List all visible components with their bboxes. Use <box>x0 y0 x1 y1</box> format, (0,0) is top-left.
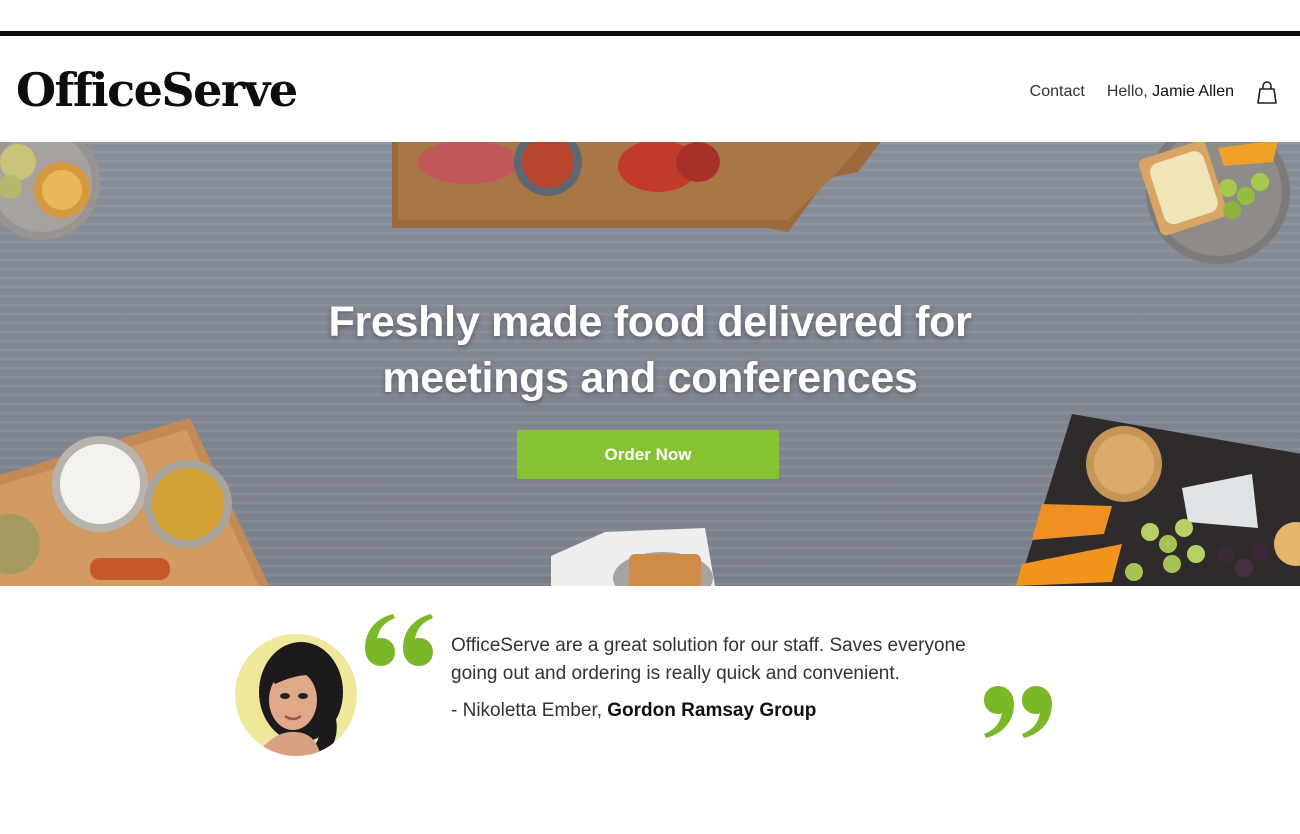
hero-title-line-2: meetings and conferences <box>382 354 918 402</box>
cheese-grapes-board-image <box>1016 414 1300 586</box>
author-name: - Nikoletta Ember, <box>451 700 602 721</box>
hero-title: Freshly made food delivered for meetings… <box>250 294 1050 406</box>
testimonial-avatar-image <box>235 634 357 756</box>
hero-banner: Freshly made food delivered for meetings… <box>0 142 1300 586</box>
author-company: Gordon Ramsay Group <box>607 700 817 721</box>
pastry-image <box>551 528 715 586</box>
close-quote-icon <box>984 686 1052 738</box>
officeserve-logo[interactable]: OfficeServe <box>16 62 298 118</box>
site-header: OfficeServe Contact Hello, Jamie Allen <box>0 36 1300 142</box>
cheese-toast-plate-image <box>1138 142 1290 264</box>
greeting-label: Hello, <box>1106 83 1148 100</box>
user-greeting[interactable]: Hello, Jamie Allen <box>1107 83 1234 101</box>
open-quote-icon <box>365 614 433 666</box>
testimonial-quote: OfficeServe are a great solution for our… <box>451 635 966 684</box>
charcuterie-board-image <box>392 142 881 232</box>
dips-board-image <box>0 418 270 586</box>
testimonial-section: OfficeServe are a great solution for our… <box>0 586 1300 834</box>
nav-contact-link[interactable]: Contact <box>1030 83 1085 101</box>
top-nav: Contact Hello, Jamie Allen <box>1030 78 1280 106</box>
quiche-plate-image <box>0 142 100 240</box>
shopping-bag-icon[interactable] <box>1254 79 1280 105</box>
testimonial-author: - Nikoletta Ember, Gordon Ramsay Group <box>451 700 816 722</box>
order-now-button[interactable]: Order Now <box>517 430 779 479</box>
user-name: Jamie Allen <box>1152 83 1234 100</box>
hero-title-line-1: Freshly made food delivered for <box>328 298 972 346</box>
avatar <box>235 634 357 756</box>
